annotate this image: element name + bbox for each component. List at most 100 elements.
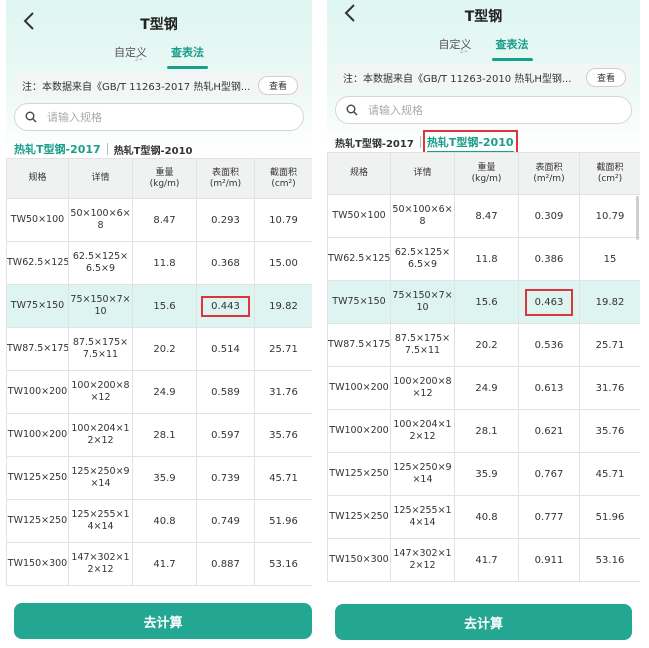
cell-weight: 11.8 (132, 241, 197, 285)
std-tab-divider (106, 143, 108, 155)
cell-detail: 75×150×7×10 (390, 280, 455, 324)
cell-section-area-text: 10.79 (269, 214, 298, 226)
search-bar[interactable] (335, 96, 632, 124)
table-row[interactable]: TW100×200 100×204×12×12 28.1 0.621 35.76 (327, 409, 640, 453)
search-input[interactable] (47, 110, 247, 124)
cell-surface-area-text: 0.597 (211, 429, 240, 441)
cell-detail-text: 87.5×175×7.5×11 (72, 337, 129, 360)
cell-section-area-text: 19.82 (595, 296, 625, 308)
table-row[interactable]: TW100×200 100×200×8×12 24.9 0.613 31.76 (327, 366, 640, 410)
cell-spec-text: TW125×250 (7, 472, 68, 483)
table-row[interactable]: TW150×300 147×302×12×12 41.7 0.911 53.16 (327, 538, 640, 582)
cell-surface-area: 0.463 (518, 280, 580, 324)
col-header-weight: 重量 (kg/m) (454, 152, 519, 195)
table-row[interactable]: TW75×150 75×150×7×10 15.6 0.443 19.82 (6, 284, 312, 328)
cell-weight: 15.6 (454, 280, 519, 324)
cell-weight: 20.2 (454, 323, 519, 367)
cell-weight: 15.6 (132, 284, 197, 328)
cell-spec-text: TW50×100 (332, 210, 386, 221)
cell-detail: 50×100×6×8 (68, 198, 133, 242)
cell-surface-area-text: 0.613 (534, 382, 564, 394)
search-bar[interactable] (14, 103, 304, 131)
cell-spec: TW125×250 (6, 456, 69, 500)
cell-detail: 50×100×6×8 (390, 194, 455, 238)
cell-surface-area-text: 0.463 (524, 288, 574, 316)
cell-section-area: 15 (579, 237, 640, 281)
cell-section-area: 51.96 (579, 495, 640, 539)
cell-section-area: 51.96 (254, 499, 312, 543)
cell-weight: 24.9 (454, 366, 519, 410)
cell-detail: 125×255×14×14 (68, 499, 133, 543)
table-row[interactable]: TW75×150 75×150×7×10 15.6 0.463 19.82 (327, 280, 640, 324)
search-input[interactable] (368, 103, 568, 117)
table-row[interactable]: TW87.5×175 87.5×175×7.5×11 20.2 0.536 25.71 (327, 323, 640, 367)
cell-detail-text: 100×204×12×12 (393, 419, 452, 442)
std-tab-2017[interactable]: 热轧T型钢-2017 (335, 135, 414, 150)
table-row[interactable]: TW50×100 50×100×6×8 8.47 0.293 10.79 (6, 198, 312, 242)
cell-section-area: 10.79 (254, 198, 312, 242)
cell-spec: TW100×200 (327, 366, 391, 410)
cell-spec-text: TW87.5×175 (328, 339, 391, 350)
col-header-area: 截面积 (cm²) (579, 152, 640, 195)
cell-surface-area-text: 0.621 (534, 425, 564, 437)
cell-detail-text: 125×250×9×14 (71, 466, 130, 489)
table-row[interactable]: TW125×250 125×250×9×14 35.9 0.767 45.71 (327, 452, 640, 496)
table-row[interactable]: TW87.5×175 87.5×175×7.5×11 20.2 0.514 25.71 (6, 327, 312, 371)
table-row[interactable]: TW50×100 50×100×6×8 8.47 0.309 10.79 (327, 194, 640, 238)
cell-section-area-text: 31.76 (269, 386, 298, 398)
cell-detail-text: 50×100×6×8 (392, 204, 453, 227)
cell-surface-area: 0.621 (518, 409, 580, 453)
cell-spec-text: TW150×300 (329, 554, 389, 565)
table-row[interactable]: TW125×250 125×250×9×14 35.9 0.739 45.71 (6, 456, 312, 500)
table-row[interactable]: TW62.5×125 62.5×125×6.5×9 11.8 0.386 15 (327, 237, 640, 281)
calculate-button[interactable]: 去计算 (335, 604, 632, 640)
std-tab-2010[interactable]: 热轧T型钢-2010 (422, 130, 518, 154)
tab-custom[interactable]: 自定义 (435, 36, 476, 58)
cell-spec-text: TW100×200 (329, 425, 389, 436)
cell-weight: 8.47 (132, 198, 197, 242)
calculate-button[interactable]: 去计算 (14, 603, 312, 639)
search-icon (25, 111, 37, 123)
view-button[interactable]: 查看 (257, 75, 298, 95)
col-header-weight: 重量 (kg/m) (132, 158, 197, 199)
std-tab-2017[interactable]: 热轧T型钢-2017 (14, 141, 101, 161)
mode-tabs: 自定义 查表法 (327, 36, 640, 61)
std-tab-divider (419, 136, 421, 148)
tab-custom[interactable]: 自定义 (110, 44, 151, 66)
cell-spec-text: TW100×200 (7, 429, 68, 440)
cell-weight-text: 40.8 (475, 511, 498, 523)
table-row[interactable]: TW125×250 125×255×14×14 40.8 0.777 51.96 (327, 495, 640, 539)
cell-weight-text: 8.47 (475, 210, 498, 222)
cell-detail-text: 125×255×14×14 (393, 505, 452, 528)
tab-lookup[interactable]: 查表法 (491, 36, 533, 61)
table-row[interactable]: TW150×300 147×302×12×12 41.7 0.887 53.16 (6, 542, 312, 586)
cell-spec-text: TW87.5×175 (7, 343, 69, 354)
cell-spec-text: TW100×200 (7, 386, 68, 397)
standard-tabs: 热轧T型钢-2017 热轧T型钢-2010 (335, 130, 640, 154)
cell-surface-area: 0.777 (518, 495, 580, 539)
col-header-surface: 表面积 (m²/m) (518, 152, 580, 195)
cell-section-area-text: 10.79 (595, 210, 625, 222)
view-button[interactable]: 查看 (585, 67, 626, 87)
cell-weight-text: 11.8 (475, 253, 498, 265)
cell-surface-area-text: 0.514 (211, 343, 240, 355)
cell-weight: 40.8 (454, 495, 519, 539)
table-row[interactable]: TW100×200 100×204×12×12 28.1 0.597 35.76 (6, 413, 312, 457)
cell-surface-area-text: 0.368 (211, 257, 240, 269)
cell-weight-text: 35.9 (475, 468, 498, 480)
cell-section-area-text: 19.82 (269, 300, 298, 312)
cell-section-area: 31.76 (579, 366, 640, 410)
cell-surface-area-text: 0.739 (211, 472, 240, 484)
table-row[interactable]: TW62.5×125 62.5×125×6.5×9 11.8 0.368 15.00 (6, 241, 312, 285)
cell-detail: 100×204×12×12 (68, 413, 133, 457)
cell-section-area-text: 45.71 (269, 472, 298, 484)
std-tab-2010[interactable]: 热轧T型钢-2010 (114, 142, 193, 157)
table-row[interactable]: TW100×200 100×200×8×12 24.9 0.589 31.76 (6, 370, 312, 414)
cell-surface-area-text: 0.536 (534, 339, 564, 351)
cell-detail-text: 147×302×12×12 (71, 552, 130, 575)
table-row[interactable]: TW125×250 125×255×14×14 40.8 0.749 51.96 (6, 499, 312, 543)
tab-lookup[interactable]: 查表法 (167, 44, 208, 69)
cell-spec: TW75×150 (327, 280, 391, 324)
tab-hint: 2→ (460, 49, 468, 55)
scrollbar[interactable] (636, 196, 639, 240)
